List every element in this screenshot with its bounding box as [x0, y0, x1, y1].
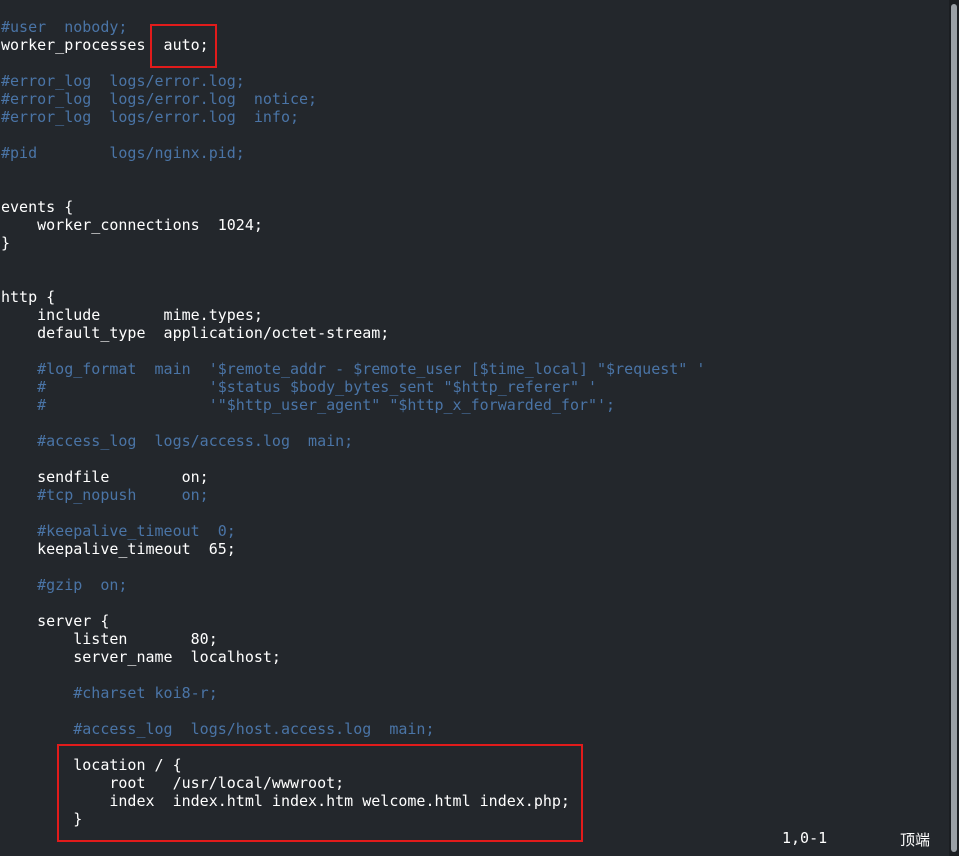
comment-line: # '$status $body_bytes_sent "$http_refer…	[1, 378, 598, 396]
code-line: sendfile on;	[1, 468, 209, 486]
comment-line: #keepalive_timeout 0;	[1, 522, 236, 540]
comment-line: #access_log logs/host.access.log main;	[1, 720, 435, 738]
code-line: worker_connections 1024;	[1, 216, 263, 234]
scroll-indicator: 顶端	[900, 831, 931, 849]
comment-line: #error_log logs/error.log notice;	[1, 90, 318, 108]
comment-line: #gzip on;	[1, 576, 128, 594]
code-line: worker_processes auto;	[1, 36, 209, 54]
code-line: default_type application/octet-stream;	[1, 324, 390, 342]
comment-line: #pid logs/nginx.pid;	[1, 144, 245, 162]
cursor-position: 1,0-1	[782, 829, 828, 847]
comment-line: #log_format main '$remote_addr - $remote…	[1, 360, 706, 378]
terminal-window[interactable]: #user nobody; worker_processes auto; #erro…	[0, 0, 959, 856]
scrollbar-thumb[interactable]	[951, 4, 957, 852]
code-line: include mime.types;	[1, 306, 263, 324]
code-line: server_name localhost;	[1, 648, 281, 666]
editor-buffer[interactable]: #user nobody; worker_processes auto; #erro…	[1, 18, 705, 828]
comment-line: #error_log logs/error.log info;	[1, 108, 300, 126]
comment-line: # '"$http_user_agent" "$http_x_forwarded…	[1, 396, 616, 414]
comment-line: #user nobody;	[1, 18, 128, 36]
comment-line: #error_log logs/error.log;	[1, 72, 245, 90]
comment-line: #tcp_nopush on;	[1, 486, 209, 504]
scrollbar[interactable]	[949, 0, 959, 856]
comment-line: #charset koi8-r;	[1, 684, 218, 702]
comment-line: #access_log logs/access.log main;	[1, 432, 354, 450]
code-line: }	[1, 234, 11, 252]
code-line: listen 80;	[1, 630, 218, 648]
code-line: http {	[1, 288, 56, 306]
highlight-location-block	[57, 744, 583, 842]
code-line: events {	[1, 198, 74, 216]
highlight-worker-processes-auto	[150, 24, 217, 68]
code-line: keepalive_timeout 65;	[1, 540, 236, 558]
code-line: server {	[1, 612, 110, 630]
